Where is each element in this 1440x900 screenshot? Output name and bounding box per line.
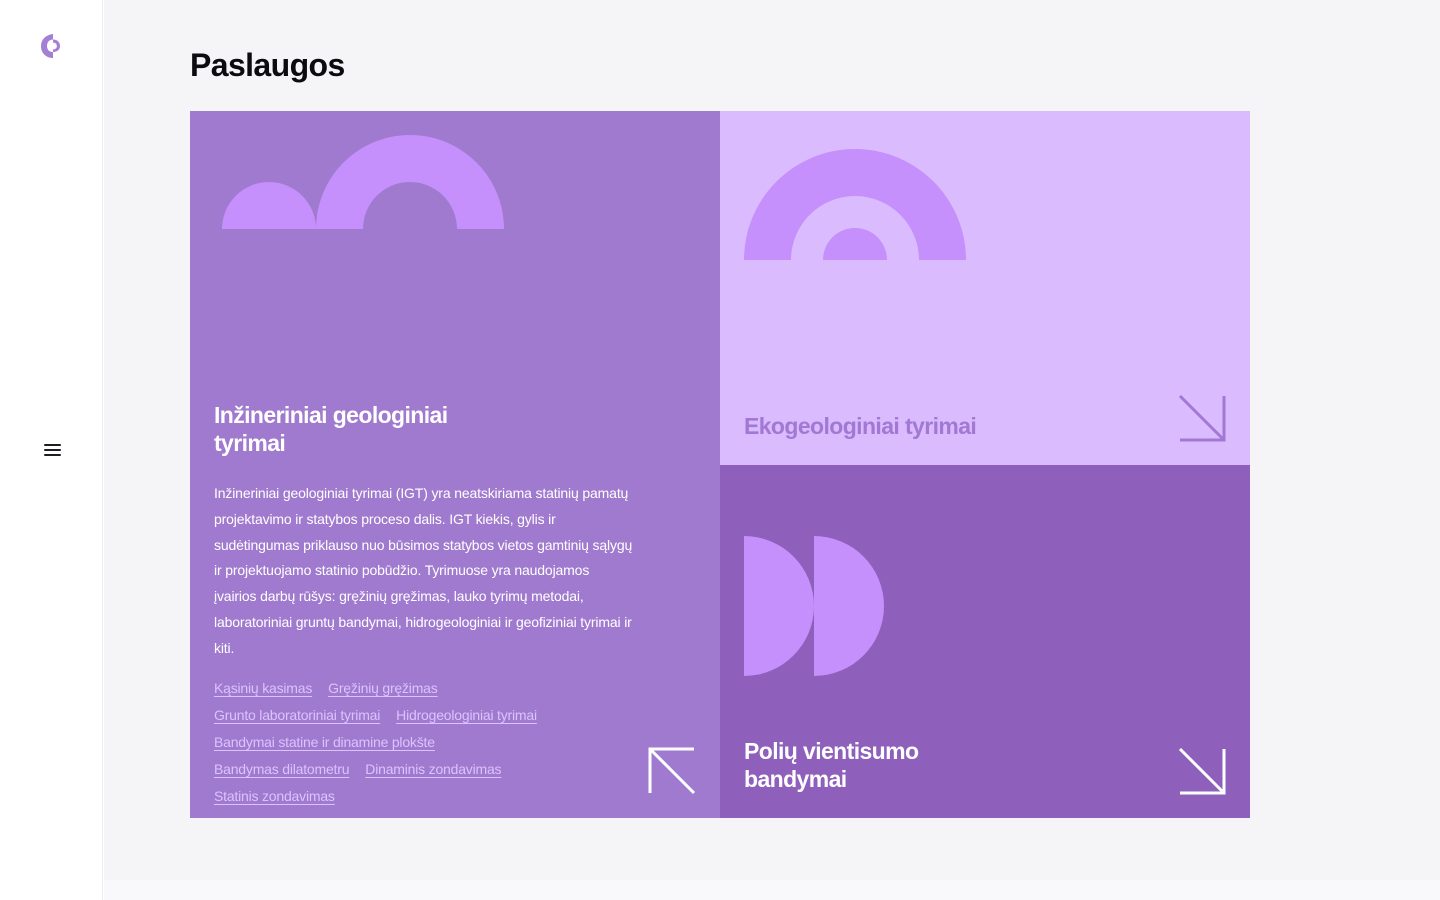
service-link[interactable]: Gręžinių gręžimas — [328, 679, 438, 698]
service-link[interactable]: Dinaminis zondavimas — [365, 760, 501, 779]
semicircle-decor-icon — [222, 135, 504, 229]
service-link[interactable]: Statinis zondavimas — [214, 787, 335, 806]
service-link[interactable]: Kąsinių kasimas — [214, 679, 312, 698]
arrow-up-left-icon[interactable] — [648, 747, 696, 795]
brand-logo-icon[interactable] — [39, 31, 65, 61]
service-title: Polių vientisumo bandymai — [744, 738, 919, 792]
concentric-arch-icon — [744, 149, 966, 260]
service-card-igt: Inžineriniai geologiniai tyrimai Inžiner… — [190, 111, 720, 818]
service-card-pol[interactable]: Polių vientisumo bandymai — [720, 465, 1250, 818]
service-card-eco[interactable]: Ekogeologiniai tyrimai — [720, 111, 1250, 465]
hamburger-menu-icon[interactable] — [38, 436, 66, 464]
main-content: Paslaugos Inžineriniai geologiniai tyrim… — [104, 0, 1440, 880]
service-link[interactable]: Hidrogeologiniai tyrimai — [396, 706, 537, 725]
arrow-down-right-icon[interactable] — [1178, 747, 1226, 795]
service-title: Ekogeologiniai tyrimai — [744, 413, 977, 439]
menu-line — [43, 454, 61, 456]
footer-strip — [104, 880, 1440, 900]
service-title: Inžineriniai geologiniai tyrimai — [214, 402, 448, 456]
service-description: Inžineriniai geologiniai tyrimai (IGT) y… — [214, 485, 633, 656]
service-links: Kąsinių kasimas Gręžinių gręžimas Grunto… — [214, 679, 614, 806]
sidebar — [0, 0, 103, 900]
page-title: Paslaugos — [190, 47, 345, 83]
service-link[interactable]: Bandymas dilatometru — [214, 760, 349, 779]
menu-line — [43, 449, 61, 451]
service-link[interactable]: Grunto laboratoriniai tyrimai — [214, 706, 380, 725]
double-half-circle-icon — [744, 536, 884, 676]
service-link[interactable]: Bandymai statine ir dinamine plokšte — [214, 733, 435, 752]
arrow-down-right-icon[interactable] — [1178, 394, 1226, 442]
menu-line — [43, 444, 61, 446]
